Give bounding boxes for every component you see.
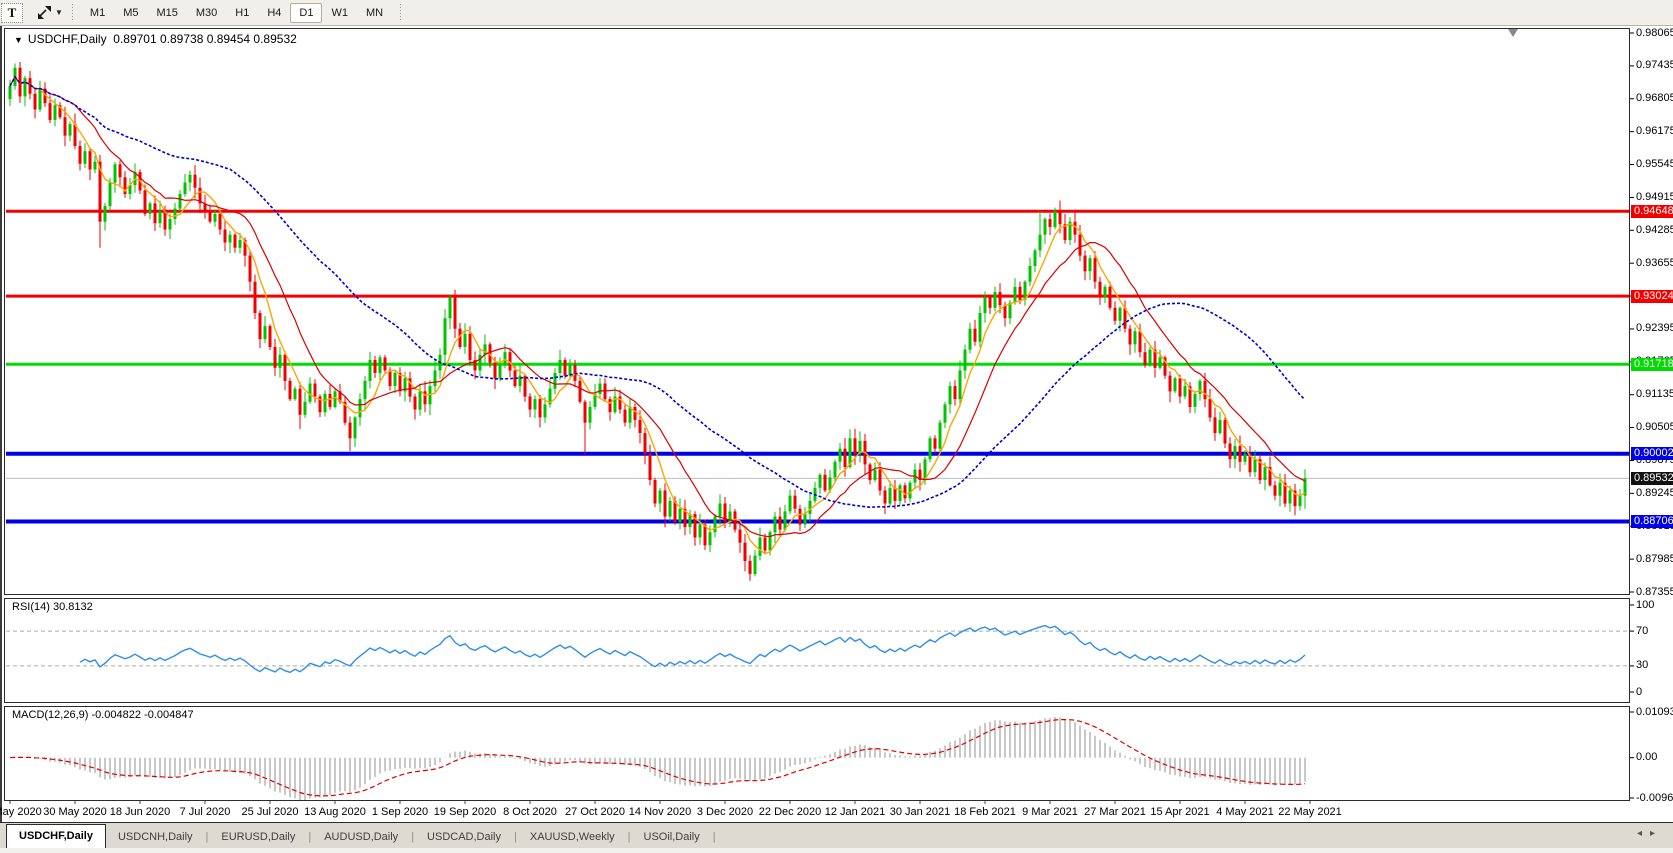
price-tick-label: 0.87985 xyxy=(1636,553,1673,565)
date-label: 3 Dec 2020 xyxy=(697,806,753,818)
hline-price-label: 0.93024 xyxy=(1631,290,1673,303)
rsi-tick-label: 0 xyxy=(1636,686,1673,698)
toolbar-separator xyxy=(398,4,403,22)
date-label: 14 Nov 2020 xyxy=(629,806,691,818)
rsi-indicator-label: RSI(14) 30.8132 xyxy=(12,601,93,613)
hline-price-label: 0.90002 xyxy=(1631,447,1673,460)
macd-tick-label: 0.010933 xyxy=(1636,706,1673,718)
current-price-label: 0.89532 xyxy=(1631,472,1673,485)
timeframe-button-D1[interactable]: D1 xyxy=(290,3,322,23)
timeframe-button-M15[interactable]: M15 xyxy=(147,3,186,23)
collapse-triangle-icon[interactable]: ▼ xyxy=(14,35,23,45)
date-label: 8 Oct 2020 xyxy=(503,806,557,818)
tab-xauusd-weekly[interactable]: XAUUSD,Weekly xyxy=(518,826,627,848)
tab-scroll-right-icon[interactable]: ▸ xyxy=(1650,828,1663,839)
toolbar-separator xyxy=(70,4,75,22)
main-chart-panel[interactable] xyxy=(4,28,1630,595)
price-tick-label: 0.97435 xyxy=(1636,59,1673,71)
dropdown-caret-icon: ▼ xyxy=(55,8,63,17)
chart-title: ▼ USDCHF,Daily 0.89701 0.89738 0.89454 0.… xyxy=(14,32,297,46)
rsi-tick-label: 100 xyxy=(1636,599,1673,611)
date-label: 1 Sep 2020 xyxy=(372,806,428,818)
date-label: 12 Jan 2021 xyxy=(825,806,886,818)
date-axis: 12 May 202030 May 202018 Jun 2020 7 Jul 2… xyxy=(0,803,1673,822)
timeframe-group: M1M5M15M30H1H4D1W1MN xyxy=(81,3,392,23)
tab-audusd-daily[interactable]: AUDUSD,Daily xyxy=(312,826,410,848)
date-label: 27 Mar 2021 xyxy=(1084,806,1146,818)
macd-tick-label: 0.00 xyxy=(1636,751,1673,763)
date-label: 22 Dec 2020 xyxy=(759,806,821,818)
price-tick-label: 0.96175 xyxy=(1636,125,1673,137)
tab-usoil-daily[interactable]: USOil,Daily xyxy=(632,826,712,848)
date-label: 7 Jul 2020 xyxy=(180,806,231,818)
price-tick-label: 0.93655 xyxy=(1636,257,1673,269)
hline-price-label: 0.88706 xyxy=(1631,515,1673,528)
window-left-border xyxy=(0,26,2,853)
tab-separator: | xyxy=(712,831,717,848)
date-label: 18 Jun 2020 xyxy=(110,806,171,818)
price-tick-label: 0.91135 xyxy=(1636,388,1673,400)
timeframe-button-M5[interactable]: M5 xyxy=(114,3,147,23)
rsi-tick-label: 70 xyxy=(1636,625,1673,637)
timeframe-button-M1[interactable]: M1 xyxy=(81,3,114,23)
price-tick-label: 0.89245 xyxy=(1636,487,1673,499)
date-label: 15 Apr 2021 xyxy=(1150,806,1209,818)
chart-shift-marker[interactable] xyxy=(1508,29,1518,37)
date-label: 12 May 2020 xyxy=(0,806,42,818)
date-label: 25 Jul 2020 xyxy=(242,806,299,818)
timeframe-button-W1[interactable]: W1 xyxy=(322,3,357,23)
price-tick-label: 0.94915 xyxy=(1636,191,1673,203)
chart-title-ohlc: 0.89701 0.89738 0.89454 0.89532 xyxy=(113,32,297,46)
bottom-strip xyxy=(0,848,1673,853)
rsi-tick-label: 30 xyxy=(1636,659,1673,671)
date-label: 27 Oct 2020 xyxy=(565,806,625,818)
hline-price-label: 0.91718 xyxy=(1631,358,1673,371)
price-tick-label: 0.96805 xyxy=(1636,92,1673,104)
price-tick-label: 0.90505 xyxy=(1636,421,1673,433)
timeframe-button-H4[interactable]: H4 xyxy=(258,3,290,23)
date-label: 4 May 2021 xyxy=(1216,806,1273,818)
toolbar: T ▼ M1M5M15M30H1H4D1W1MN xyxy=(0,0,1673,26)
tab-usdchf-daily[interactable]: USDCHF,Daily xyxy=(6,824,106,848)
timeframe-button-M30[interactable]: M30 xyxy=(187,3,226,23)
date-label: 22 May 2021 xyxy=(1278,806,1342,818)
chart-tab-bar: USDCHF,DailyUSDCNH,Daily|EURUSD,Daily|AU… xyxy=(0,822,1673,848)
price-tick-label: 0.98065 xyxy=(1636,27,1673,39)
date-label: 30 May 2020 xyxy=(43,806,107,818)
macd-tick-label: -0.009653 xyxy=(1636,792,1673,804)
price-tick-label: 0.94285 xyxy=(1636,224,1673,236)
price-tick-label: 0.92395 xyxy=(1636,322,1673,334)
chart-tabs: USDCHF,DailyUSDCNH,Daily|EURUSD,Daily|AU… xyxy=(6,823,717,848)
date-label: 18 Feb 2021 xyxy=(954,806,1016,818)
text-tool-button[interactable]: T xyxy=(1,3,23,23)
date-label: 13 Aug 2020 xyxy=(304,806,366,818)
tab-usdcnh-daily[interactable]: USDCNH,Daily xyxy=(106,826,205,848)
tab-scroll-left-icon[interactable]: ◂ xyxy=(1637,828,1650,839)
chart-title-symbol: USDCHF,Daily xyxy=(28,32,107,46)
macd-indicator-label: MACD(12,26,9) -0.004822 -0.004847 xyxy=(12,709,194,721)
tab-scroll-nav: ◂▸ xyxy=(1637,828,1663,839)
mt4-window: T ▼ M1M5M15M30H1H4D1W1MN ▼ USDCHF,Daily 0… xyxy=(0,0,1673,853)
tab-eurusd-daily[interactable]: EURUSD,Daily xyxy=(209,826,307,848)
date-label: 19 Sep 2020 xyxy=(434,806,496,818)
timeframe-button-MN[interactable]: MN xyxy=(357,3,392,23)
macd-panel[interactable] xyxy=(4,706,1630,801)
rsi-panel[interactable] xyxy=(4,598,1630,703)
price-tick-label: 0.87355 xyxy=(1636,586,1673,598)
hline-price-label: 0.94648 xyxy=(1631,205,1673,218)
price-tick-label: 0.95545 xyxy=(1636,158,1673,170)
date-label: 30 Jan 2021 xyxy=(890,806,951,818)
tab-usdcad-daily[interactable]: USDCAD,Daily xyxy=(415,826,513,848)
date-label: 9 Mar 2021 xyxy=(1022,806,1078,818)
timeframe-button-H1[interactable]: H1 xyxy=(226,3,258,23)
cycle-charts-button[interactable]: ▼ xyxy=(36,3,63,23)
diagonal-arrows-icon xyxy=(36,5,53,20)
